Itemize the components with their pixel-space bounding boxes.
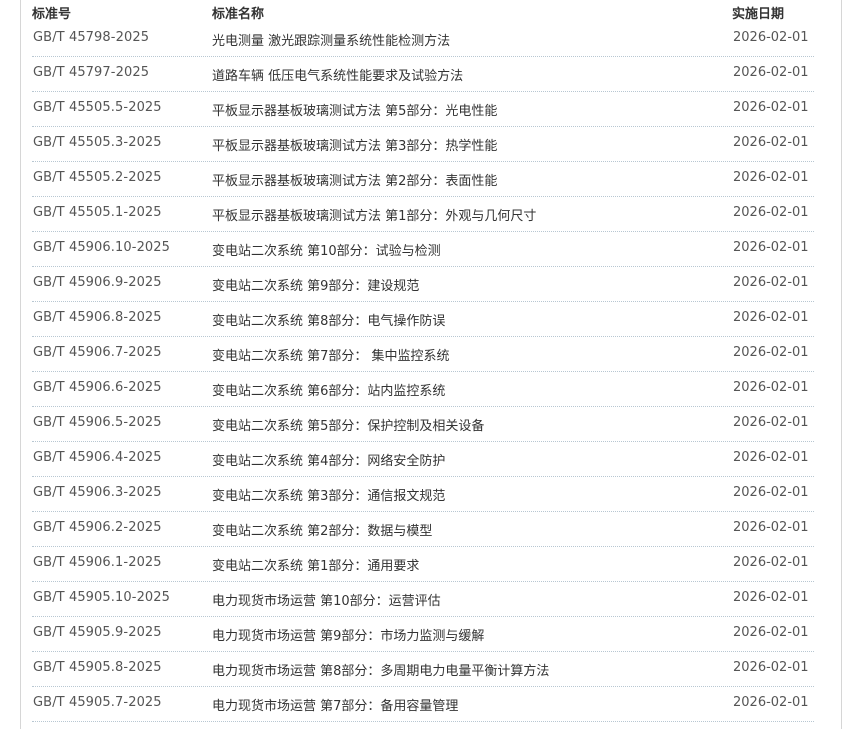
- standard-number-link[interactable]: GB/T 45905.10-2025: [33, 590, 170, 605]
- table-row[interactable]: GB/T 45797-2025 道路车辆 低压电气系统性能要求及试验方法 2026-…: [32, 57, 814, 92]
- table-header: 标准号 标准名称 实施日期: [32, 0, 814, 22]
- standard-name-link[interactable]: 平板显示器基板玻璃测试方法 第2部分：表面性能: [212, 170, 497, 189]
- standard-name-link[interactable]: 电力现货市场运营 第7部分：备用容量管理: [212, 695, 458, 714]
- header-standard-number: 标准号: [32, 7, 72, 22]
- table-row[interactable]: GB/T 45906.8-2025 变电站二次系统 第8部分：电气操作防误 2026…: [32, 302, 814, 337]
- standard-name-link[interactable]: 变电站二次系统 第4部分：网络安全防护: [212, 450, 445, 469]
- standard-number-link[interactable]: GB/T 45906.1-2025: [33, 555, 162, 570]
- standard-name-link[interactable]: 光电测量 激光跟踪测量系统性能检测方法: [212, 30, 450, 49]
- standard-name-link[interactable]: 道路车辆 低压电气系统性能要求及试验方法: [212, 65, 463, 84]
- table-row[interactable]: GB/T 45905.9-2025 电力现货市场运营 第9部分：市场力监测与缓解 2…: [32, 617, 814, 652]
- effective-date: 2026-02-01: [733, 590, 809, 605]
- table-row[interactable]: GB/T 45505.3-2025 平板显示器基板玻璃测试方法 第3部分：热学性能…: [32, 127, 814, 162]
- standard-number-link[interactable]: GB/T 45505.2-2025: [33, 170, 162, 185]
- table-row[interactable]: GB/T 45906.1-2025 变电站二次系统 第1部分：通用要求 2026-0…: [32, 547, 814, 582]
- standard-number-link[interactable]: GB/T 45906.10-2025: [33, 240, 170, 255]
- standard-name-link[interactable]: 变电站二次系统 第7部分： 集中监控系统: [212, 345, 450, 364]
- effective-date: 2026-02-01: [733, 380, 809, 395]
- effective-date: 2026-02-01: [733, 205, 809, 220]
- table-row[interactable]: GB/T 45906.10-2025 变电站二次系统 第10部分：试验与检测 202…: [32, 232, 814, 267]
- standard-name-link[interactable]: 平板显示器基板玻璃测试方法 第5部分：光电性能: [212, 100, 497, 119]
- standards-table: GB/T 45798-2025 光电测量 激光跟踪测量系统性能检测方法 2026-0…: [32, 22, 814, 722]
- standard-number-link[interactable]: GB/T 45905.7-2025: [33, 695, 162, 710]
- standard-number-link[interactable]: GB/T 45905.8-2025: [33, 660, 162, 675]
- standard-name-link[interactable]: 电力现货市场运营 第10部分：运营评估: [212, 590, 441, 609]
- standard-name-link[interactable]: 变电站二次系统 第3部分：通信报文规范: [212, 485, 445, 504]
- standard-name-link[interactable]: 平板显示器基板玻璃测试方法 第3部分：热学性能: [212, 135, 497, 154]
- standard-name-link[interactable]: 变电站二次系统 第2部分：数据与模型: [212, 520, 432, 539]
- table-row[interactable]: GB/T 45906.5-2025 变电站二次系统 第5部分：保护控制及相关设备 2…: [32, 407, 814, 442]
- effective-date: 2026-02-01: [733, 275, 809, 290]
- standard-name-link[interactable]: 电力现货市场运营 第9部分：市场力监测与缓解: [212, 625, 484, 644]
- standard-name-link[interactable]: 电力现货市场运营 第8部分：多周期电力电量平衡计算方法: [212, 660, 549, 679]
- effective-date: 2026-02-01: [733, 65, 809, 80]
- effective-date: 2026-02-01: [733, 625, 809, 640]
- standard-number-link[interactable]: GB/T 45906.2-2025: [33, 520, 162, 535]
- table-row[interactable]: GB/T 45906.3-2025 变电站二次系统 第3部分：通信报文规范 2026…: [32, 477, 814, 512]
- standard-number-link[interactable]: GB/T 45505.5-2025: [33, 100, 162, 115]
- effective-date: 2026-02-01: [733, 520, 809, 535]
- effective-date: 2026-02-01: [733, 450, 809, 465]
- table-row[interactable]: GB/T 45905.7-2025 电力现货市场运营 第7部分：备用容量管理 202…: [32, 687, 814, 722]
- effective-date: 2026-02-01: [733, 310, 809, 325]
- standard-name-link[interactable]: 平板显示器基板玻璃测试方法 第1部分：外观与几何尺寸: [212, 205, 536, 224]
- effective-date: 2026-02-01: [733, 485, 809, 500]
- standard-number-link[interactable]: GB/T 45906.6-2025: [33, 380, 162, 395]
- effective-date: 2026-02-01: [733, 695, 809, 710]
- table-row[interactable]: GB/T 45906.7-2025 变电站二次系统 第7部分： 集中监控系统 202…: [32, 337, 814, 372]
- effective-date: 2026-02-01: [733, 555, 809, 570]
- effective-date: 2026-02-01: [733, 170, 809, 185]
- effective-date: 2026-02-01: [733, 240, 809, 255]
- table-row[interactable]: GB/T 45505.5-2025 平板显示器基板玻璃测试方法 第5部分：光电性能…: [32, 92, 814, 127]
- standard-name-link[interactable]: 变电站二次系统 第5部分：保护控制及相关设备: [212, 415, 484, 434]
- table-row[interactable]: GB/T 45505.1-2025 平板显示器基板玻璃测试方法 第1部分：外观与几…: [32, 197, 814, 232]
- standard-name-link[interactable]: 变电站二次系统 第9部分：建设规范: [212, 275, 419, 294]
- table-row[interactable]: GB/T 45906.4-2025 变电站二次系统 第4部分：网络安全防护 2026…: [32, 442, 814, 477]
- standard-number-link[interactable]: GB/T 45906.4-2025: [33, 450, 162, 465]
- effective-date: 2026-02-01: [733, 415, 809, 430]
- standard-number-link[interactable]: GB/T 45905.9-2025: [33, 625, 162, 640]
- standard-number-link[interactable]: GB/T 45505.1-2025: [33, 205, 162, 220]
- effective-date: 2026-02-01: [733, 345, 809, 360]
- table-row[interactable]: GB/T 45906.6-2025 变电站二次系统 第6部分：站内监控系统 2026…: [32, 372, 814, 407]
- standard-number-link[interactable]: GB/T 45798-2025: [33, 30, 149, 45]
- table-row[interactable]: GB/T 45906.9-2025 变电站二次系统 第9部分：建设规范 2026-0…: [32, 267, 814, 302]
- standard-number-link[interactable]: GB/T 45906.9-2025: [33, 275, 162, 290]
- header-effective-date: 实施日期: [732, 7, 785, 22]
- table-row[interactable]: GB/T 45906.2-2025 变电站二次系统 第2部分：数据与模型 2026-…: [32, 512, 814, 547]
- standard-number-link[interactable]: GB/T 45906.5-2025: [33, 415, 162, 430]
- table-row[interactable]: GB/T 45505.2-2025 平板显示器基板玻璃测试方法 第2部分：表面性能…: [32, 162, 814, 197]
- standard-name-link[interactable]: 变电站二次系统 第8部分：电气操作防误: [212, 310, 445, 329]
- standard-number-link[interactable]: GB/T 45906.7-2025: [33, 345, 162, 360]
- standard-name-link[interactable]: 变电站二次系统 第10部分：试验与检测: [212, 240, 441, 259]
- effective-date: 2026-02-01: [733, 660, 809, 675]
- standard-name-link[interactable]: 变电站二次系统 第1部分：通用要求: [212, 555, 419, 574]
- standard-number-link[interactable]: GB/T 45797-2025: [33, 65, 149, 80]
- standard-number-link[interactable]: GB/T 45906.8-2025: [33, 310, 162, 325]
- standard-name-link[interactable]: 变电站二次系统 第6部分：站内监控系统: [212, 380, 445, 399]
- effective-date: 2026-02-01: [733, 30, 809, 45]
- header-standard-name: 标准名称: [212, 7, 265, 22]
- effective-date: 2026-02-01: [733, 100, 809, 115]
- standard-number-link[interactable]: GB/T 45906.3-2025: [33, 485, 162, 500]
- standard-number-link[interactable]: GB/T 45505.3-2025: [33, 135, 162, 150]
- table-row[interactable]: GB/T 45905.8-2025 电力现货市场运营 第8部分：多周期电力电量平衡…: [32, 652, 814, 687]
- effective-date: 2026-02-01: [733, 135, 809, 150]
- table-row[interactable]: GB/T 45798-2025 光电测量 激光跟踪测量系统性能检测方法 2026-0…: [32, 22, 814, 57]
- table-row[interactable]: GB/T 45905.10-2025 电力现货市场运营 第10部分：运营评估 202…: [32, 582, 814, 617]
